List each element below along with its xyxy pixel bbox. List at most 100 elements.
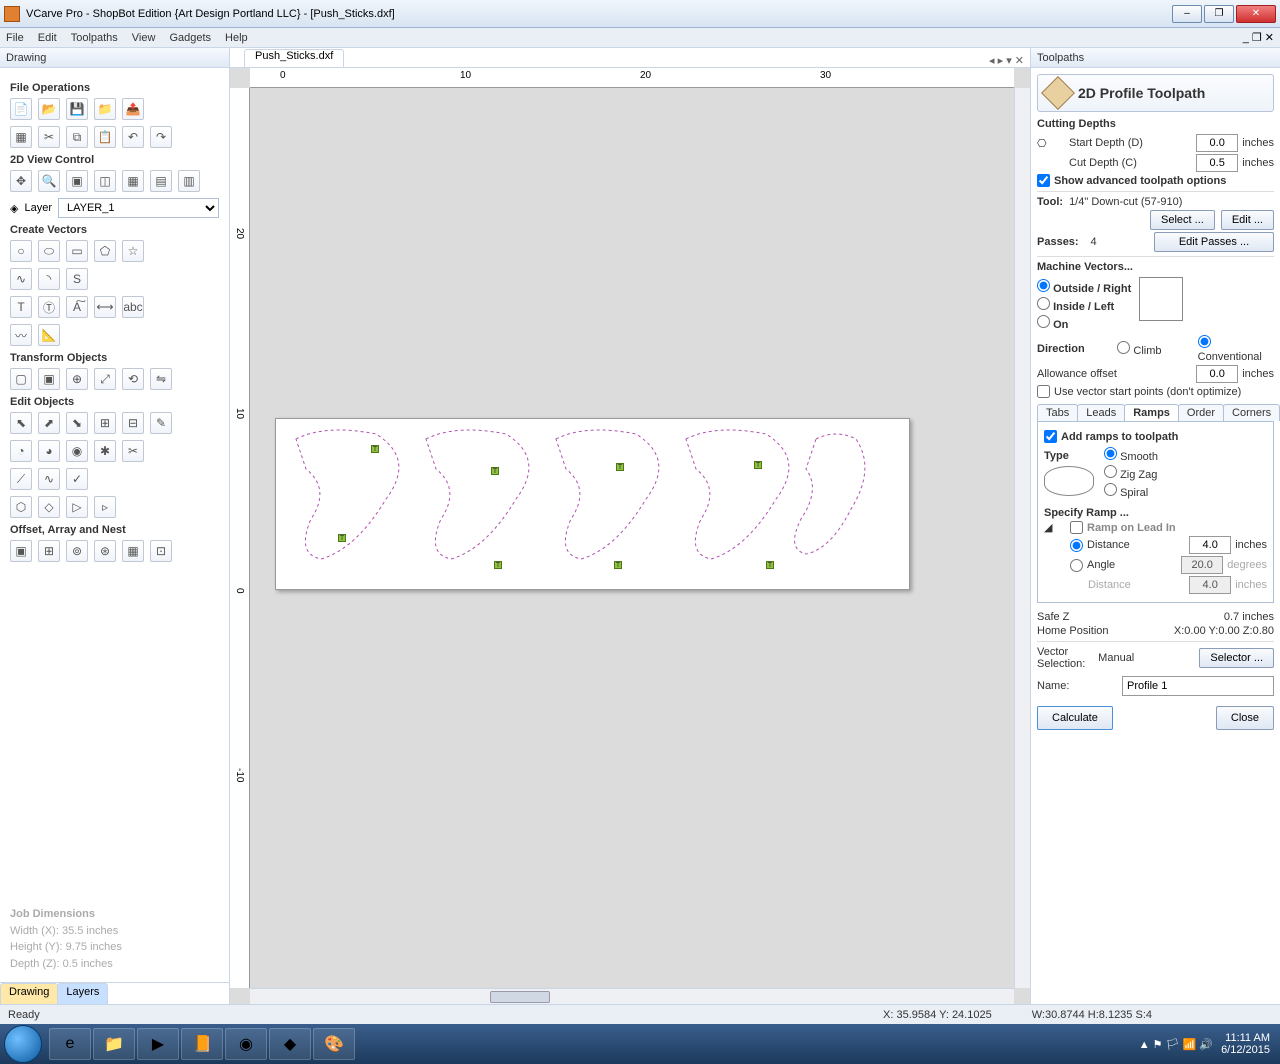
- close-button[interactable]: ✕: [1236, 5, 1276, 23]
- explorer-icon[interactable]: 📁: [93, 1028, 135, 1060]
- tool-select-button[interactable]: Select ...: [1150, 210, 1215, 230]
- measure-icon[interactable]: 📐: [38, 324, 60, 346]
- ramp-distance-input[interactable]: [1189, 536, 1231, 554]
- group-icon[interactable]: ⊞: [94, 412, 116, 434]
- copy-icon[interactable]: ⧉: [66, 126, 88, 148]
- paste-icon[interactable]: 📋: [94, 126, 116, 148]
- tool-edit-button[interactable]: Edit ...: [1221, 210, 1274, 230]
- allowance-input[interactable]: [1196, 365, 1238, 383]
- tab-ramps[interactable]: Ramps: [1124, 404, 1179, 421]
- tray-icons[interactable]: ▲ ⚑ 🏳 📶 🔊: [1139, 1038, 1213, 1051]
- text-box-icon[interactable]: Ⓣ: [38, 296, 60, 318]
- curve-fit-icon[interactable]: ∿: [38, 468, 60, 490]
- star-icon[interactable]: ☆: [122, 240, 144, 262]
- layer-select[interactable]: LAYER_1: [58, 198, 219, 218]
- guides-icon[interactable]: ▥: [178, 170, 200, 192]
- media-icon[interactable]: ▶: [137, 1028, 179, 1060]
- circular-array-icon[interactable]: ⊚: [66, 540, 88, 562]
- open-vec-icon[interactable]: ◕: [38, 440, 60, 462]
- select-icon[interactable]: ⬉: [10, 412, 32, 434]
- tab-marker[interactable]: T: [614, 561, 622, 569]
- arc-icon[interactable]: ◝: [38, 268, 60, 290]
- align-icon[interactable]: ▣: [38, 368, 60, 390]
- dimension-icon[interactable]: ⟷: [94, 296, 116, 318]
- start-points-checkbox[interactable]: [1037, 385, 1050, 398]
- boolean-icon[interactable]: ⬡: [10, 496, 32, 518]
- trace-icon[interactable]: abc: [122, 296, 144, 318]
- tab-leads[interactable]: Leads: [1077, 404, 1125, 421]
- tab-marker[interactable]: T: [338, 534, 346, 542]
- document-tab[interactable]: Push_Sticks.dxf: [244, 49, 344, 67]
- center-icon[interactable]: ⊕: [66, 368, 88, 390]
- snap-icon[interactable]: ▤: [150, 170, 172, 192]
- join-icon[interactable]: ✎: [150, 412, 172, 434]
- validate-icon[interactable]: ✓: [66, 468, 88, 490]
- nest-icon[interactable]: ▦: [122, 540, 144, 562]
- menu-help[interactable]: Help: [225, 32, 248, 44]
- job-setup-icon[interactable]: ▦: [10, 126, 32, 148]
- cut-depth-input[interactable]: [1196, 154, 1238, 172]
- ellipse-icon[interactable]: ⬭: [38, 240, 60, 262]
- open-file-icon[interactable]: 📂: [38, 98, 60, 120]
- start-button[interactable]: [4, 1025, 42, 1063]
- undo-icon[interactable]: ↶: [122, 126, 144, 148]
- close-vec-icon[interactable]: ◔: [10, 440, 32, 462]
- copy-array-icon[interactable]: ⊛: [94, 540, 116, 562]
- vertical-scrollbar[interactable]: [1014, 88, 1030, 988]
- add-ramps-checkbox[interactable]: [1044, 430, 1057, 443]
- horizontal-scrollbar[interactable]: [250, 988, 1014, 1004]
- on-radio[interactable]: [1037, 315, 1050, 328]
- new-file-icon[interactable]: 📄: [10, 98, 32, 120]
- outside-radio[interactable]: [1037, 279, 1050, 292]
- tab-layers[interactable]: Layers: [57, 983, 108, 1004]
- menu-view[interactable]: View: [132, 32, 156, 44]
- calculate-button[interactable]: Calculate: [1037, 706, 1113, 730]
- menu-file[interactable]: File: [6, 32, 24, 44]
- pan-icon[interactable]: ✥: [10, 170, 32, 192]
- spiral-radio[interactable]: [1104, 483, 1117, 496]
- menu-toolpaths[interactable]: Toolpaths: [71, 32, 118, 44]
- circle-icon[interactable]: ○: [10, 240, 32, 262]
- fillet-icon[interactable]: ◉: [66, 440, 88, 462]
- extend-icon[interactable]: ✂: [122, 440, 144, 462]
- ungroup-icon[interactable]: ⊟: [122, 412, 144, 434]
- text-curve-icon[interactable]: A͠: [66, 296, 88, 318]
- outline-icon[interactable]: ▹: [94, 496, 116, 518]
- offset-tool-icon[interactable]: ▣: [10, 540, 32, 562]
- inside-radio[interactable]: [1037, 297, 1050, 310]
- zoom-box-icon[interactable]: ◫: [94, 170, 116, 192]
- ramp-distance-radio[interactable]: [1070, 539, 1083, 552]
- menu-gadgets[interactable]: Gadgets: [169, 32, 211, 44]
- plate-icon[interactable]: ⊡: [150, 540, 172, 562]
- app1-icon[interactable]: 📙: [181, 1028, 223, 1060]
- conventional-radio[interactable]: [1198, 335, 1211, 348]
- tab-marker[interactable]: T: [754, 461, 762, 469]
- zoom-icon[interactable]: 🔍: [38, 170, 60, 192]
- curve-icon[interactable]: S: [66, 268, 88, 290]
- smooth-radio[interactable]: [1104, 447, 1117, 460]
- shopbot-icon[interactable]: ◆: [269, 1028, 311, 1060]
- ie-icon[interactable]: e: [49, 1028, 91, 1060]
- tab-marker[interactable]: T: [494, 561, 502, 569]
- intersect-icon[interactable]: ▷: [66, 496, 88, 518]
- array-icon[interactable]: ⊞: [38, 540, 60, 562]
- zoom-fit-icon[interactable]: ▣: [66, 170, 88, 192]
- minimize-button[interactable]: –: [1172, 5, 1202, 23]
- tab-marker[interactable]: T: [491, 467, 499, 475]
- text-icon[interactable]: T: [10, 296, 32, 318]
- save-file-icon[interactable]: 💾: [66, 98, 88, 120]
- ramp-angle-radio[interactable]: [1070, 559, 1083, 572]
- chrome-icon[interactable]: ◉: [225, 1028, 267, 1060]
- start-depth-input[interactable]: [1196, 134, 1238, 152]
- weld-icon[interactable]: ⟋: [10, 468, 32, 490]
- paint-icon[interactable]: 🎨: [313, 1028, 355, 1060]
- tab-marker[interactable]: T: [766, 561, 774, 569]
- node-select-icon[interactable]: ⬊: [66, 412, 88, 434]
- viewport[interactable]: T T T T T T T T: [250, 88, 1014, 988]
- show-advanced-checkbox[interactable]: [1037, 174, 1050, 187]
- climb-radio[interactable]: [1117, 341, 1130, 354]
- tab-order[interactable]: Order: [1178, 404, 1224, 421]
- node-edit-icon[interactable]: ⬈: [38, 412, 60, 434]
- subtract-icon[interactable]: ◇: [38, 496, 60, 518]
- rotate-icon[interactable]: ⟲: [122, 368, 144, 390]
